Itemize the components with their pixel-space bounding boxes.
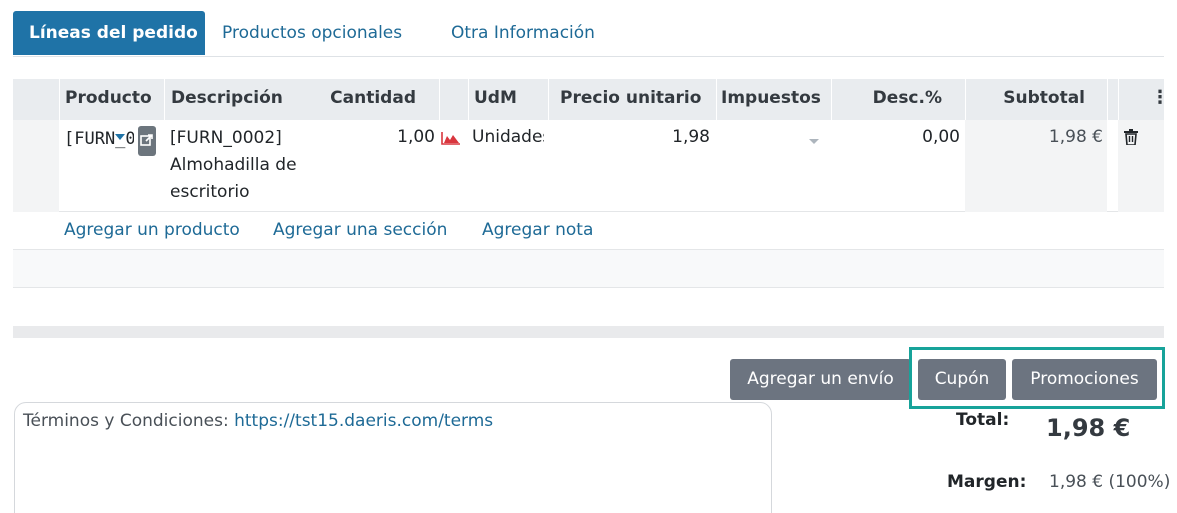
- margin-label: Margen:: [947, 472, 1027, 492]
- terms-link[interactable]: https://tst15.daeris.com/terms: [234, 411, 493, 431]
- add-product-link[interactable]: Agregar un producto: [64, 220, 240, 240]
- subtotal-value: 1,98 €: [1048, 127, 1103, 147]
- unit-price-value[interactable]: 1,98: [573, 127, 710, 147]
- terms-note-field[interactable]: Términos y Condiciones: https://tst15.da…: [14, 402, 772, 513]
- margin-value: 1,98 € (100%): [1049, 472, 1171, 492]
- add-line-row: Agregar un producto Agregar una sección …: [13, 212, 1164, 250]
- empty-row: [13, 250, 1164, 288]
- col-header-subtotal[interactable]: Subtotal: [973, 79, 1085, 120]
- horizontal-scrollbar[interactable]: [13, 326, 1164, 338]
- col-header-description[interactable]: Descripción: [171, 79, 283, 120]
- forecast-chart-icon[interactable]: [441, 131, 461, 145]
- total-label: Total:: [956, 410, 1010, 430]
- total-value: 1,98 €: [1046, 414, 1131, 442]
- highlight-box: [909, 347, 1165, 409]
- external-link-button[interactable]: [138, 126, 156, 156]
- order-tabs: Líneas del pedido Productos opcionales O…: [13, 10, 1164, 57]
- discount-value[interactable]: 0,00: [843, 127, 960, 147]
- chevron-down-icon[interactable]: [115, 134, 125, 140]
- trash-icon[interactable]: [1124, 129, 1138, 145]
- add-note-link[interactable]: Agregar nota: [482, 220, 593, 240]
- tab-order-lines[interactable]: Líneas del pedido: [13, 11, 205, 55]
- table-header: Producto Descripción Cantidad UdM Precio…: [13, 79, 1169, 120]
- column-options-icon[interactable]: ⋮: [1151, 89, 1169, 109]
- quantity-value[interactable]: 1,00: [313, 127, 435, 147]
- tab-optional-products[interactable]: Productos opcionales: [222, 11, 402, 55]
- col-header-taxes[interactable]: Impuestos: [721, 79, 821, 120]
- uom-field[interactable]: Unidades: [472, 127, 544, 147]
- tab-other-info[interactable]: Otra Información: [451, 11, 595, 55]
- description-text[interactable]: [FURN_0002] Almohadilla de escritorio: [170, 125, 305, 206]
- col-header-unit-price[interactable]: Precio unitario: [560, 79, 701, 120]
- add-shipping-button[interactable]: Agregar un envío: [730, 359, 911, 400]
- table-row[interactable]: [FURN_0002] [FURN_0002] Almohadilla de e…: [13, 120, 1164, 212]
- external-link-icon: [140, 134, 153, 146]
- col-header-product[interactable]: Producto: [65, 79, 152, 120]
- col-header-quantity[interactable]: Cantidad: [313, 79, 416, 120]
- add-section-link[interactable]: Agregar una sección: [273, 220, 447, 240]
- terms-label: Términos y Condiciones:: [23, 411, 235, 431]
- col-header-discount[interactable]: Desc.%: [843, 79, 942, 120]
- col-header-uom[interactable]: UdM: [474, 79, 517, 120]
- taxes-dropdown-icon[interactable]: [809, 139, 819, 144]
- order-lines-table: Producto Descripción Cantidad UdM Precio…: [13, 79, 1169, 288]
